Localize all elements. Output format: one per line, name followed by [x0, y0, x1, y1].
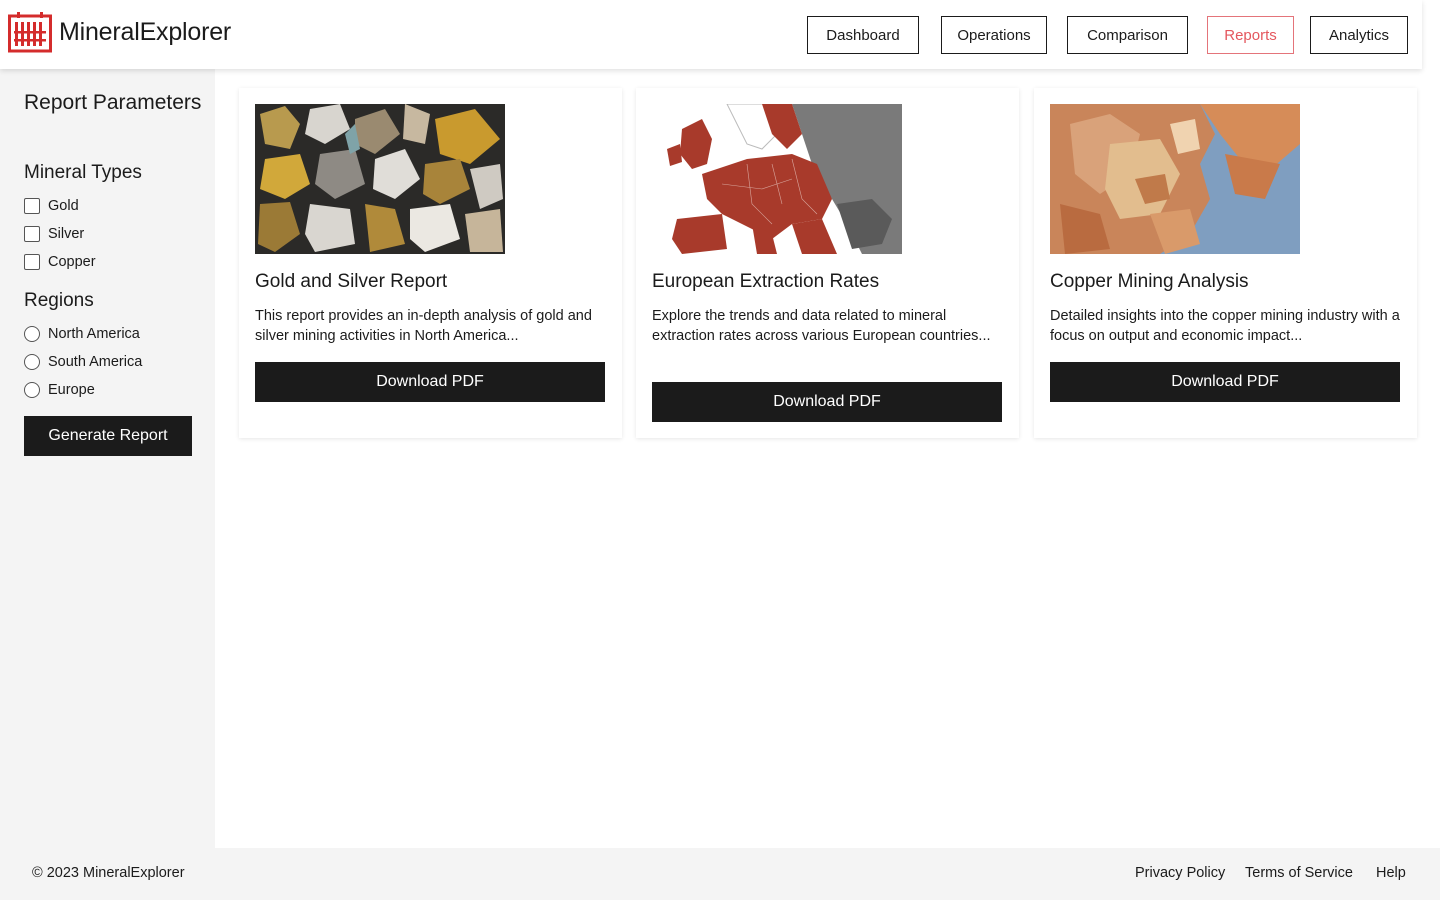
report-card-european-extraction: European Extraction Rates Explore the tr… [636, 88, 1019, 438]
mineral-types-heading: Mineral Types [24, 162, 142, 183]
checkbox-label: Copper [48, 254, 96, 270]
download-pdf-button[interactable]: Download PDF [255, 362, 605, 402]
generate-report-button[interactable]: Generate Report [24, 416, 192, 456]
radio-europe[interactable]: Europe [24, 382, 95, 398]
building-grid-icon [8, 12, 52, 53]
checkbox-box[interactable] [24, 254, 40, 270]
card-title: European Extraction Rates [652, 271, 880, 292]
radio-label: South America [48, 354, 143, 370]
footer-link-terms[interactable]: Terms of Service [1245, 865, 1353, 881]
europe-map-image [652, 104, 902, 254]
nav-operations[interactable]: Operations [941, 16, 1047, 54]
nav-dashboard[interactable]: Dashboard [807, 16, 919, 54]
card-description: This report provides an in-depth analysi… [255, 308, 592, 344]
nav-reports[interactable]: Reports [1207, 16, 1294, 54]
regions-heading: Regions [24, 290, 94, 311]
brand-name: MineralExplorer [59, 17, 232, 46]
checkbox-gold[interactable]: Gold [24, 198, 79, 214]
minerals-photo [255, 104, 505, 254]
radio-label: Europe [48, 382, 95, 398]
checkbox-copper[interactable]: Copper [24, 254, 96, 270]
report-parameters-sidebar: Report Parameters Mineral Types Gold Sil… [0, 69, 215, 848]
radio-north-america[interactable]: North America [24, 326, 140, 342]
radio-label: North America [48, 326, 140, 342]
card-description: Detailed insights into the copper mining… [1050, 308, 1400, 344]
report-card-copper-mining: Copper Mining Analysis Detailed insights… [1034, 88, 1417, 438]
top-header: MineralExplorer Dashboard Operations Com… [0, 0, 1422, 69]
radio-south-america[interactable]: South America [24, 354, 142, 370]
card-description: Explore the trends and data related to m… [652, 308, 991, 344]
nav-analytics[interactable]: Analytics [1310, 16, 1408, 54]
checkbox-label: Gold [48, 198, 79, 214]
checkbox-box[interactable] [24, 198, 40, 214]
footer-link-help[interactable]: Help [1376, 865, 1406, 881]
brand-logo[interactable]: MineralExplorer [8, 11, 231, 53]
sidebar-title: Report Parameters [24, 91, 202, 114]
nav-comparison[interactable]: Comparison [1067, 16, 1188, 54]
checkbox-label: Silver [48, 226, 85, 242]
radio-circle[interactable] [24, 382, 40, 398]
footer-link-privacy[interactable]: Privacy Policy [1135, 865, 1225, 881]
copyright-text: © 2023 MineralExplorer [32, 865, 185, 881]
page-footer: © 2023 MineralExplorer Privacy Policy Te… [0, 848, 1440, 900]
radio-circle[interactable] [24, 354, 40, 370]
copper-map-image [1050, 104, 1300, 254]
checkbox-silver[interactable]: Silver [24, 226, 84, 242]
radio-circle[interactable] [24, 326, 40, 342]
report-card-gold-silver: Gold and Silver Report This report provi… [239, 88, 622, 438]
download-pdf-button[interactable]: Download PDF [652, 382, 1002, 422]
card-title: Gold and Silver Report [255, 271, 448, 292]
download-pdf-button[interactable]: Download PDF [1050, 362, 1400, 402]
card-title: Copper Mining Analysis [1050, 271, 1249, 292]
checkbox-box[interactable] [24, 226, 40, 242]
